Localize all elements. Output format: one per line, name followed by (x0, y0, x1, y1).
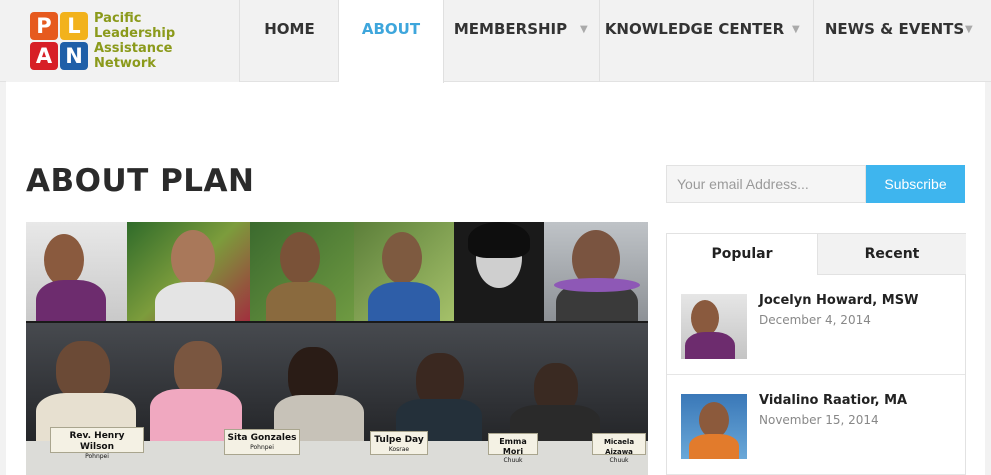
post-title[interactable]: Jocelyn Howard, MSW (759, 293, 918, 308)
post-title[interactable]: Vidalino Raatior, MA (759, 393, 907, 408)
nav-item-label: MEMBERSHIP (453, 20, 568, 38)
site-logo[interactable]: P L A N Pacific Leadership Assistance Ne… (6, 0, 240, 82)
panel-discussion-photo: Rev. Henry Wilson Pohnpei Sita Gonzales … (26, 323, 648, 475)
portrait-photo (26, 222, 127, 321)
nameplate: Micaela Aizawa Chuuk (592, 433, 646, 464)
nav-item-label: ABOUT (361, 20, 421, 38)
tab-popular[interactable]: Popular (667, 234, 817, 275)
post-thumbnail[interactable] (681, 294, 747, 359)
nav-item-label: KNOWLEDGE CENTER (604, 20, 785, 38)
nameplate: Rev. Henry Wilson Pohnpei (50, 427, 144, 460)
nameplate-name: Sita Gonzales (227, 433, 297, 443)
nameplate: Emma Mori Chuuk (488, 433, 538, 464)
logo-text-line: Assistance (94, 41, 173, 56)
nameplate-location: Pohnpei (85, 453, 109, 460)
subscribe-button[interactable]: Subscribe (866, 165, 965, 203)
logo-wordmark: Pacific Leadership Assistance Network (94, 11, 234, 71)
nameplate-location: Chuuk (503, 457, 523, 464)
portrait-photo (250, 222, 354, 321)
logo-text-line: Pacific (94, 11, 142, 26)
nameplate-name: Rev. Henry Wilson (69, 431, 125, 452)
post-date: December 4, 2014 (759, 313, 871, 327)
portrait-photo (354, 222, 454, 321)
logo-letter-p: P (30, 12, 58, 40)
chevron-down-icon: ▼ (792, 24, 800, 35)
nav-item-membership[interactable]: MEMBERSHIP ▼ (444, 0, 600, 82)
page-gutter-left (0, 82, 6, 475)
nameplate-location: Kosrae (388, 446, 410, 453)
nav-item-home[interactable]: HOME (241, 0, 339, 82)
post-date: November 15, 2014 (759, 413, 879, 427)
chevron-down-icon: ▼ (965, 24, 973, 35)
portrait-strip (26, 222, 648, 321)
nav-item-knowledge-center[interactable]: KNOWLEDGE CENTER ▼ (600, 0, 814, 82)
nav-item-label: NEWS & EVENTS (824, 20, 965, 38)
chevron-down-icon: ▼ (580, 24, 588, 35)
page-gutter-right (985, 82, 991, 475)
list-item[interactable]: Vidalino Raatior, MA November 15, 2014 (667, 375, 965, 475)
email-field[interactable] (666, 165, 866, 203)
nav-item-about[interactable]: ABOUT (339, 0, 444, 83)
tab-recent[interactable]: Recent (817, 234, 966, 275)
logo-letter-l: L (60, 12, 88, 40)
page-title: ABOUT PLAN (26, 163, 255, 199)
portrait-photo (544, 222, 648, 321)
posts-tabs-widget: Popular Recent Jocelyn Howard, MSW Decem… (666, 233, 966, 475)
nameplate-location: Pohnpei (250, 444, 274, 451)
site-header: P L A N Pacific Leadership Assistance Ne… (0, 0, 991, 83)
logo-text-line: Network (94, 56, 156, 71)
main-nav: HOME ABOUT MEMBERSHIP ▼ KNOWLEDGE CENTER… (241, 0, 991, 83)
nameplate-name: Micaela Aizawa (603, 438, 635, 456)
portrait-photo (127, 222, 250, 321)
post-thumbnail[interactable] (681, 394, 747, 459)
nav-item-news-events[interactable]: NEWS & EVENTS ▼ (814, 0, 991, 82)
nameplate-name: Emma Mori (499, 437, 527, 456)
portrait-photo (454, 222, 544, 321)
logo-text-line: Leadership (94, 26, 176, 41)
about-photo-collage: Rev. Henry Wilson Pohnpei Sita Gonzales … (26, 222, 648, 475)
plan-logo-mark: P L A N (30, 12, 90, 72)
nameplate: Tulpe Day Kosrae (370, 431, 428, 455)
nameplate: Sita Gonzales Pohnpei (224, 429, 300, 455)
list-item[interactable]: Jocelyn Howard, MSW December 4, 2014 (667, 275, 965, 375)
logo-letter-n: N (60, 42, 88, 70)
nameplate-name: Tulpe Day (374, 435, 424, 445)
nav-item-label: HOME (264, 20, 315, 38)
nameplate-location: Chuuk (609, 457, 629, 464)
logo-letter-a: A (30, 42, 58, 70)
